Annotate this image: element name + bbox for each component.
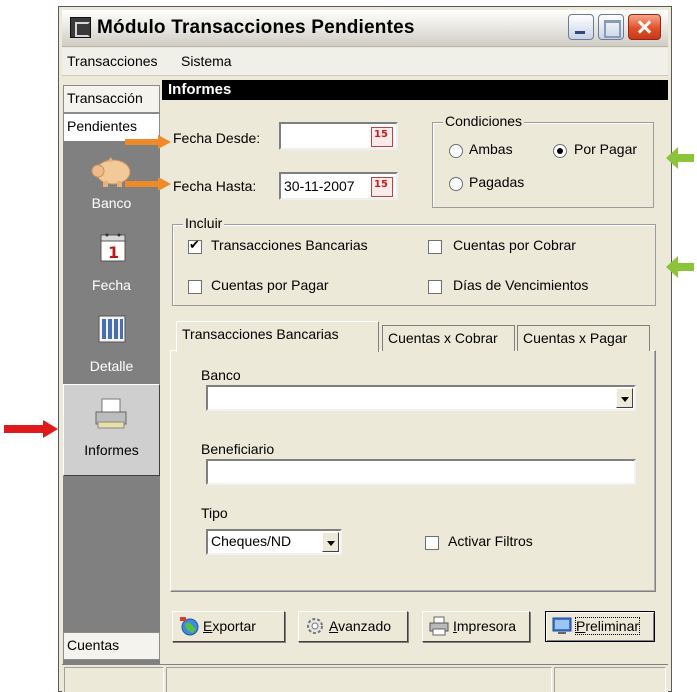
exportar-label: Exportar — [203, 618, 256, 634]
fecha-desde-input[interactable] — [279, 122, 398, 150]
section-header: Informes — [162, 80, 668, 100]
tipo-label: Tipo — [201, 505, 228, 521]
annotation-arrow-green — [666, 147, 694, 169]
minimize-button[interactable] — [568, 14, 594, 40]
check-dias-vencimientos-label: Días de Vencimientos — [453, 277, 589, 293]
annotation-arrow-green — [666, 256, 694, 278]
tab-cuentas-x-pagar[interactable]: Cuentas x Pagar — [517, 325, 650, 351]
radio-por-pagar[interactable] — [553, 144, 567, 158]
annotation-arrow-orange — [125, 135, 171, 149]
banco-label: Banco — [201, 367, 241, 383]
tipo-select[interactable]: Cheques/ND — [206, 529, 342, 555]
sidebar-tab-transaccion[interactable]: Transacción — [63, 85, 160, 113]
check-transacciones-bancarias-label: Transacciones Bancarias — [211, 237, 368, 253]
menu-transacciones[interactable]: Transacciones — [67, 53, 158, 69]
check-transacciones-bancarias[interactable] — [188, 238, 202, 254]
impresora-label: Impresora — [453, 618, 517, 634]
tab-transacciones-bancarias[interactable]: Transacciones Bancarias — [176, 321, 379, 352]
close-button[interactable] — [628, 14, 661, 40]
sidebar-tab-cuentas[interactable]: Cuentas — [63, 632, 160, 660]
check-cuentas-por-cobrar-label: Cuentas por Cobrar — [453, 237, 576, 253]
sidebar-item-label: Informes — [84, 442, 139, 458]
status-segment — [64, 667, 164, 692]
printer-report-icon — [94, 398, 128, 430]
avanzado-button[interactable]: Avanzado — [298, 611, 408, 642]
calendar-picker-icon[interactable] — [371, 127, 393, 147]
banco-select[interactable] — [206, 385, 636, 411]
chevron-down-icon[interactable] — [616, 388, 633, 408]
svg-text:1: 1 — [108, 243, 119, 262]
preliminar-button[interactable]: Preliminar — [545, 611, 655, 642]
printer-icon — [429, 616, 449, 636]
check-cuentas-por-cobrar[interactable] — [428, 240, 442, 254]
tipo-value: Cheques/ND — [211, 533, 292, 549]
radio-pagadas-label: Pagadas — [469, 174, 525, 190]
beneficiario-label: Beneficiario — [201, 441, 275, 457]
globe-export-icon — [180, 617, 199, 636]
impresora-button[interactable]: Impresora — [422, 611, 530, 642]
sidebar-item-label: Detalle — [89, 358, 134, 374]
detail-icon — [98, 315, 126, 343]
sidebar-item-detalle[interactable] — [97, 314, 127, 344]
app-icon[interactable] — [70, 17, 91, 38]
radio-pagadas[interactable] — [449, 177, 463, 191]
condiciones-group — [432, 122, 654, 208]
monitor-preview-icon — [552, 617, 572, 634]
fecha-desde-label: Fecha Desde: — [173, 130, 261, 146]
exportar-button[interactable]: Exportar — [172, 611, 285, 642]
maximize-button[interactable] — [598, 14, 624, 40]
gear-icon — [307, 618, 323, 634]
calendar-picker-icon[interactable] — [371, 177, 393, 197]
window-title: Módulo Transacciones Pendientes — [97, 17, 415, 38]
radio-por-pagar-label: Por Pagar — [574, 141, 638, 157]
sidebar-item-fecha[interactable]: 1 — [100, 232, 126, 262]
status-segment — [554, 667, 666, 692]
radio-ambas[interactable] — [449, 144, 463, 158]
status-segment — [166, 667, 552, 692]
check-dias-vencimientos[interactable] — [428, 280, 442, 294]
check-cuentas-por-pagar[interactable] — [188, 280, 202, 294]
fecha-hasta-input[interactable]: 30-11-2007 — [279, 172, 398, 200]
annotation-arrow-orange — [125, 177, 171, 191]
fecha-hasta-label: Fecha Hasta: — [173, 178, 257, 194]
check-activar-filtros-label: Activar Filtros — [448, 533, 533, 549]
incluir-title: Incluir — [183, 215, 225, 231]
beneficiario-input[interactable] — [206, 459, 636, 485]
sidebar-item-label: Banco — [91, 195, 132, 211]
tab-cuentas-x-cobrar[interactable]: Cuentas x Cobrar — [382, 325, 515, 351]
menu-sistema[interactable]: Sistema — [181, 53, 232, 69]
check-cuentas-por-pagar-label: Cuentas por Pagar — [211, 277, 329, 293]
radio-ambas-label: Ambas — [469, 141, 513, 157]
sidebar-item-label: Fecha — [92, 277, 131, 293]
calendar-icon: 1 — [100, 233, 126, 262]
preliminar-label: Preliminar — [574, 617, 641, 635]
chevron-down-icon[interactable] — [322, 532, 339, 552]
condiciones-title: Condiciones — [443, 113, 525, 129]
avanzado-label: Avanzado — [329, 618, 392, 634]
annotation-arrow-red — [4, 420, 58, 438]
check-activar-filtros[interactable] — [425, 536, 439, 550]
fecha-hasta-value: 30-11-2007 — [284, 178, 355, 194]
